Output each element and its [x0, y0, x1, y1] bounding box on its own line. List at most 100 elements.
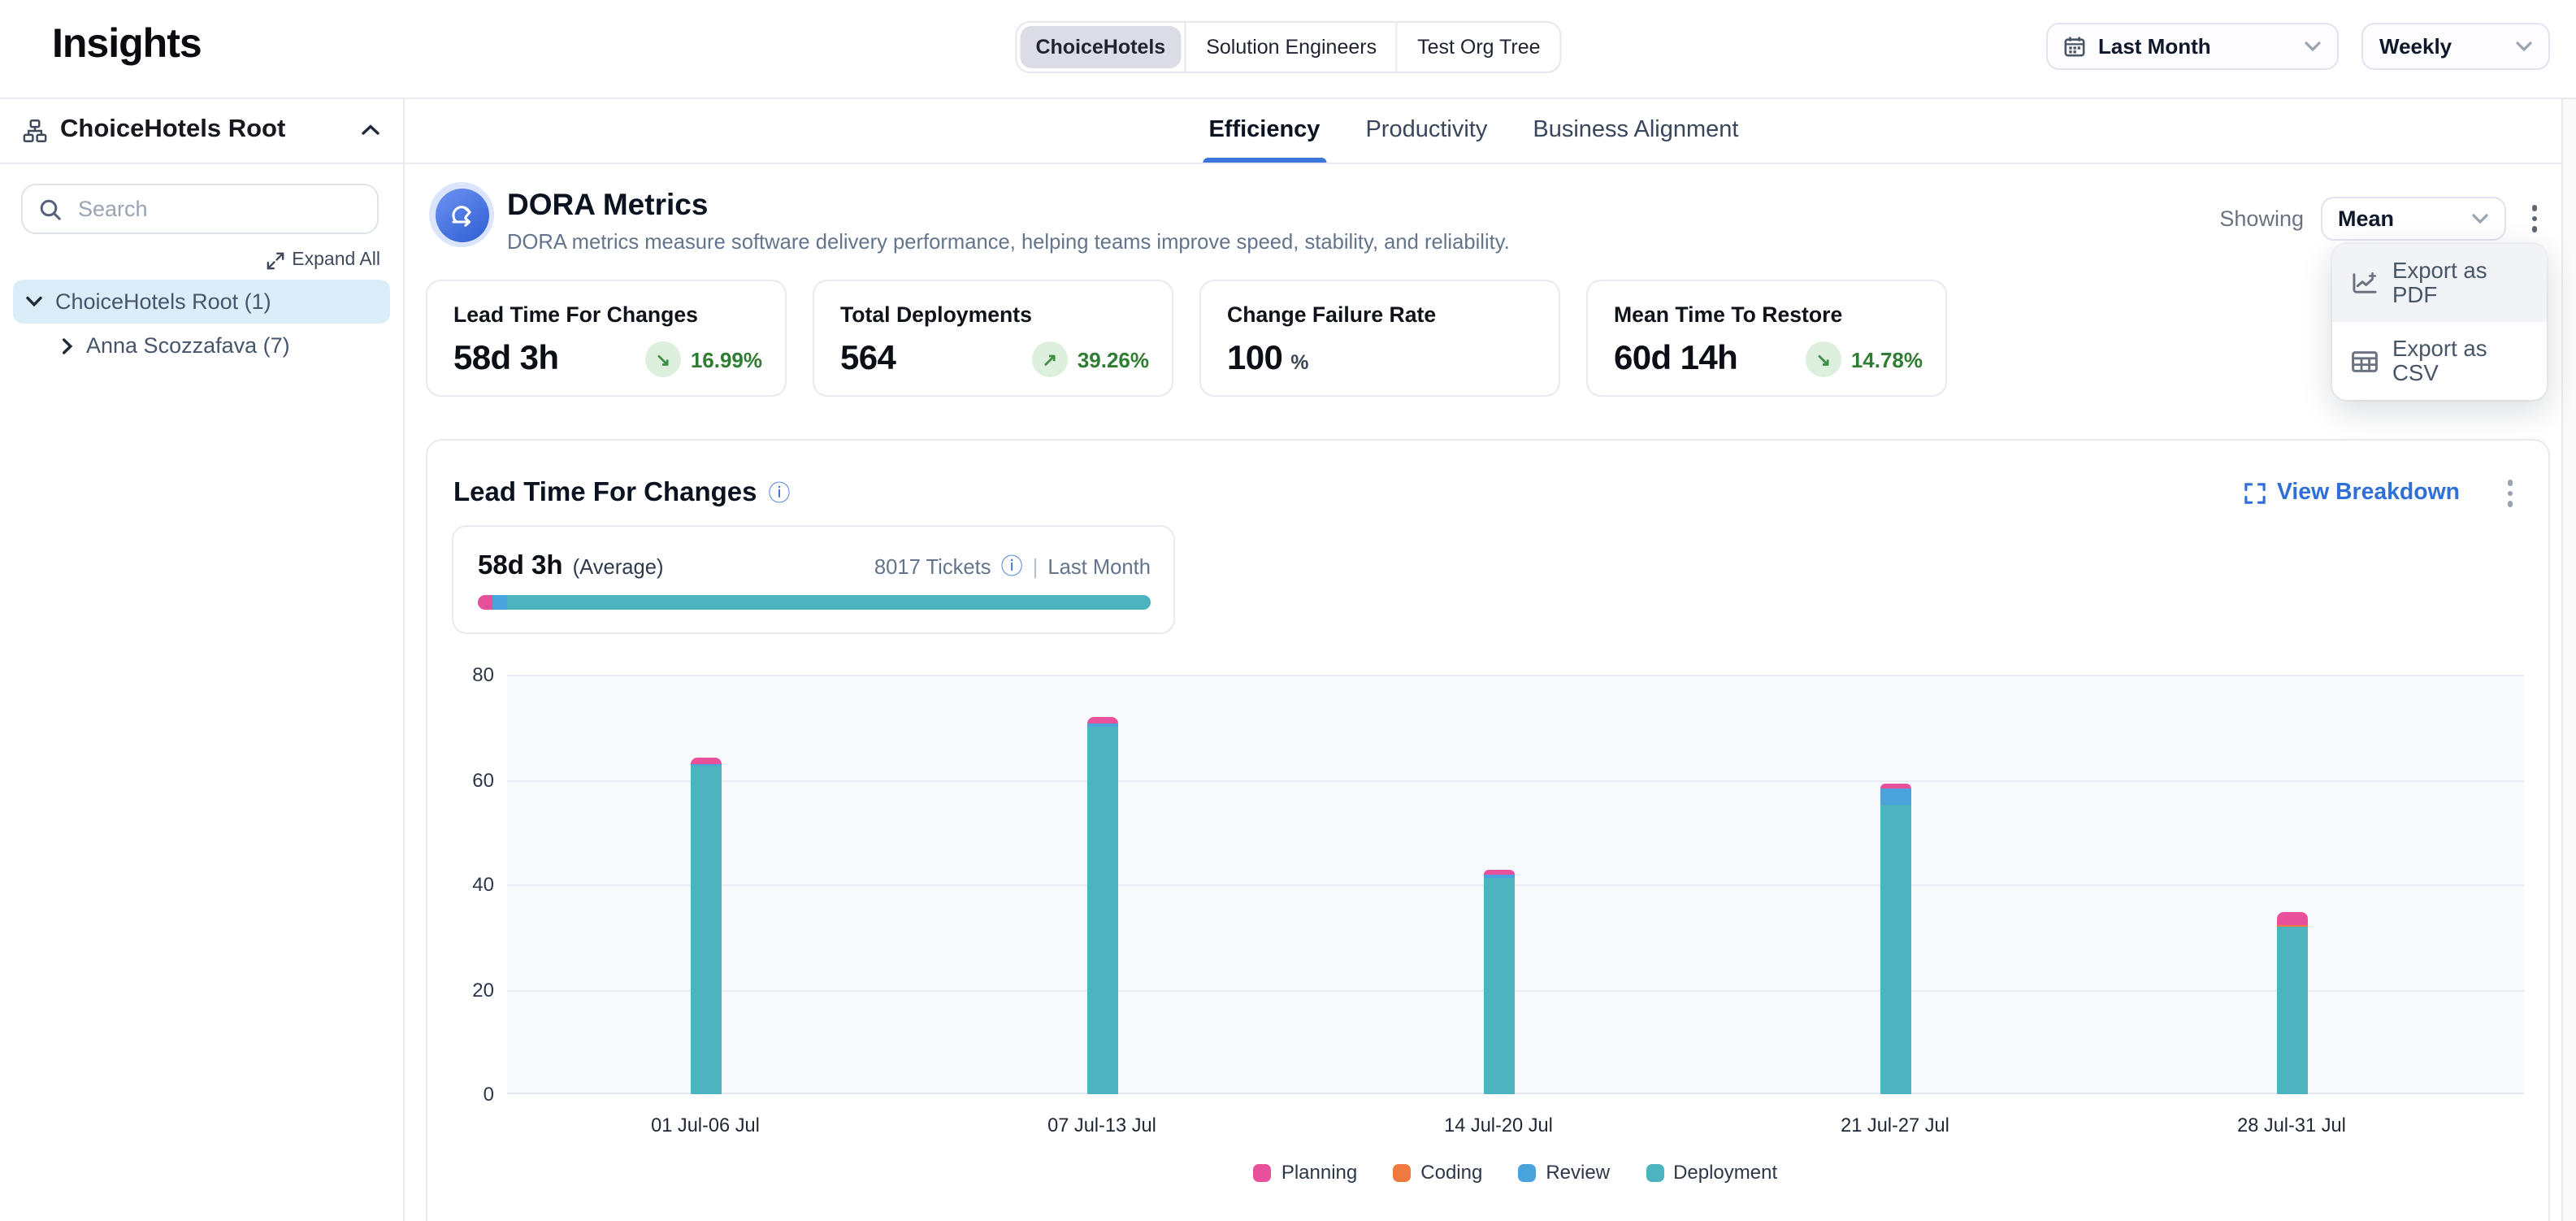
- bar-2-review: [1086, 724, 1117, 727]
- tickets-count: 8017 Tickets: [874, 554, 991, 579]
- search-input[interactable]: [75, 195, 361, 223]
- gridline-60: [507, 780, 2524, 781]
- menu-item-export-csv[interactable]: Export as CSV: [2332, 322, 2547, 400]
- bar-4-deployment: [1880, 806, 1910, 1094]
- lead-time-section: Lead Time For Changes ⓘ View Breakdown 5…: [426, 439, 2550, 1221]
- dora-metrics-description: DORA metrics measure software delivery p…: [507, 229, 1510, 254]
- vertical-scrollbar[interactable]: [2561, 98, 2576, 1221]
- bar-2-planning: [1086, 718, 1117, 724]
- org-tab-group: ChoiceHotels Solution Engineers Test Org…: [1014, 21, 1561, 73]
- sidebar-search: [21, 184, 379, 234]
- y-tick-80: 80: [427, 663, 494, 686]
- chevron-down-icon: [2471, 213, 2487, 224]
- legend-item-deployment[interactable]: Deployment: [1646, 1161, 1777, 1184]
- header-controls: Last Month Weekly: [2046, 23, 2550, 70]
- legend-item-planning[interactable]: Planning: [1254, 1161, 1357, 1184]
- period-select-value: Last Month: [2098, 34, 2211, 59]
- granularity-select-value: Weekly: [2379, 34, 2452, 59]
- tree-item-choicehotels-root[interactable]: ChoiceHotels Root (1): [13, 280, 390, 324]
- trend-up-icon: ↗: [1032, 341, 1068, 377]
- summary-average-value: 58d 3h: [478, 551, 563, 582]
- x-tick-3: 14 Jul-20 Jul: [1385, 1114, 1612, 1136]
- gridline-80: [507, 675, 2524, 676]
- x-tick-4: 21 Jul-27 Jul: [1781, 1114, 2009, 1136]
- bar-4-planning: [1880, 784, 1910, 789]
- chart-line-icon: [2352, 272, 2378, 294]
- legend-item-review[interactable]: Review: [1518, 1161, 1610, 1184]
- showing-controls: Showing Mean: [2219, 197, 2547, 241]
- metric-value: 60d 14h: [1614, 340, 1737, 379]
- sidebar: ChoiceHotels Root Expand All ChoiceHotel…: [0, 98, 405, 1221]
- sidebar-header: ChoiceHotels Root: [0, 98, 403, 164]
- summary-period: Last Month: [1047, 554, 1151, 579]
- sidebar-title: ChoiceHotels Root: [60, 115, 348, 145]
- showing-select-value: Mean: [2338, 206, 2394, 231]
- section-kebab-menu-button[interactable]: [2497, 473, 2522, 513]
- x-axis-labels: 01 Jul-06 Jul 07 Jul-13 Jul 14 Jul-20 Jul 2…: [507, 1114, 2524, 1140]
- tab-business-alignment[interactable]: Business Alignment: [1533, 98, 1738, 163]
- tree-item-anna-scozzafava[interactable]: Anna Scozzafava (7): [13, 324, 390, 367]
- metric-value: 58d 3h: [453, 340, 558, 379]
- org-tab-test-org-tree[interactable]: Test Org Tree: [1398, 23, 1559, 72]
- period-select[interactable]: Last Month: [2046, 23, 2339, 70]
- menu-item-export-pdf[interactable]: Export as PDF: [2332, 244, 2547, 322]
- export-menu: Export as PDF Export as CSV: [2332, 244, 2547, 400]
- bar-1-deployment: [690, 766, 721, 1094]
- granularity-select[interactable]: Weekly: [2361, 23, 2550, 70]
- iteration-cycle-icon: [435, 188, 488, 241]
- metric-card-lead-time: Lead Time For Changes 58d 3h ↘ 16.99%: [426, 280, 787, 397]
- gridline-20: [507, 989, 2524, 991]
- chart-legend: Planning Coding Review Deployment: [507, 1161, 2524, 1184]
- bar-5-planning: [2276, 912, 2307, 924]
- bar-1-review: [690, 764, 721, 767]
- chevron-down-icon: [2305, 41, 2321, 52]
- tab-efficiency[interactable]: Efficiency: [1208, 98, 1320, 163]
- bar-4-review: [1880, 789, 1910, 806]
- org-tab-choicehotels[interactable]: ChoiceHotels: [1019, 26, 1182, 68]
- showing-select[interactable]: Mean: [2320, 197, 2505, 241]
- table-icon: [2352, 350, 2378, 372]
- delta-badge: ↘ 14.78%: [1806, 341, 1923, 377]
- x-tick-2: 07 Jul-13 Jul: [988, 1114, 1216, 1136]
- y-tick-20: 20: [427, 978, 494, 1001]
- bar-3-planning: [1483, 869, 1514, 875]
- main-tab-bar: Efficiency Productivity Business Alignme…: [403, 98, 2576, 164]
- info-icon[interactable]: ⓘ: [1001, 556, 1023, 578]
- phase-distribution-bar: [478, 595, 1151, 610]
- x-tick-1: 01 Jul-06 Jul: [592, 1114, 819, 1136]
- view-breakdown-button[interactable]: View Breakdown: [2244, 480, 2460, 506]
- phase-segment-deployment: [507, 595, 1151, 610]
- org-tree: ChoiceHotels Root (1) Anna Scozzafava (7…: [13, 280, 390, 367]
- collapse-chevron-up-icon[interactable]: [361, 124, 380, 137]
- search-icon: [39, 198, 62, 220]
- legend-swatch-review: [1518, 1163, 1536, 1181]
- phase-segment-planning: [478, 595, 492, 610]
- dora-metrics-title: DORA Metrics: [507, 187, 708, 223]
- info-icon[interactable]: ⓘ: [769, 482, 791, 504]
- metric-value: 100: [1227, 340, 1282, 379]
- tab-productivity[interactable]: Productivity: [1365, 98, 1487, 163]
- metric-card-mean-time-to-restore: Mean Time To Restore 60d 14h ↘ 14.78%: [1586, 280, 1947, 397]
- dora-kebab-menu-button[interactable]: [2522, 199, 2547, 239]
- expand-all-button[interactable]: Expand All: [266, 250, 380, 270]
- expand-arrows-icon: [266, 251, 284, 269]
- legend-item-coding[interactable]: Coding: [1393, 1161, 1482, 1184]
- metric-card-total-deployments: Total Deployments 564 ↗ 39.26%: [813, 280, 1173, 397]
- bar-3-deployment: [1483, 878, 1514, 1094]
- dora-metrics-icon: [429, 182, 494, 247]
- trend-down-icon: ↘: [645, 341, 681, 377]
- gridline-0: [507, 1093, 2524, 1094]
- chevron-down-icon: [2516, 41, 2532, 52]
- delta-badge: ↗ 39.26%: [1032, 341, 1149, 377]
- metric-value: 564: [840, 340, 896, 379]
- org-tab-solution-engineers[interactable]: Solution Engineers: [1185, 23, 1398, 72]
- summary-qualifier: (Average): [573, 554, 664, 579]
- chevron-down-icon: [26, 296, 42, 307]
- metric-cards-row: Lead Time For Changes 58d 3h ↘ 16.99% To…: [426, 280, 1947, 397]
- calendar-icon: [2064, 36, 2085, 57]
- lead-time-summary-card: 58d 3h (Average) 8017 Tickets ⓘ | Last M…: [452, 525, 1175, 634]
- x-tick-5: 28 Jul-31 Jul: [2178, 1114, 2405, 1136]
- top-header: Insights ChoiceHotels Solution Engineers…: [0, 0, 2576, 99]
- org-tree-icon: [23, 118, 47, 142]
- lead-time-bar-chart: [507, 675, 2524, 1094]
